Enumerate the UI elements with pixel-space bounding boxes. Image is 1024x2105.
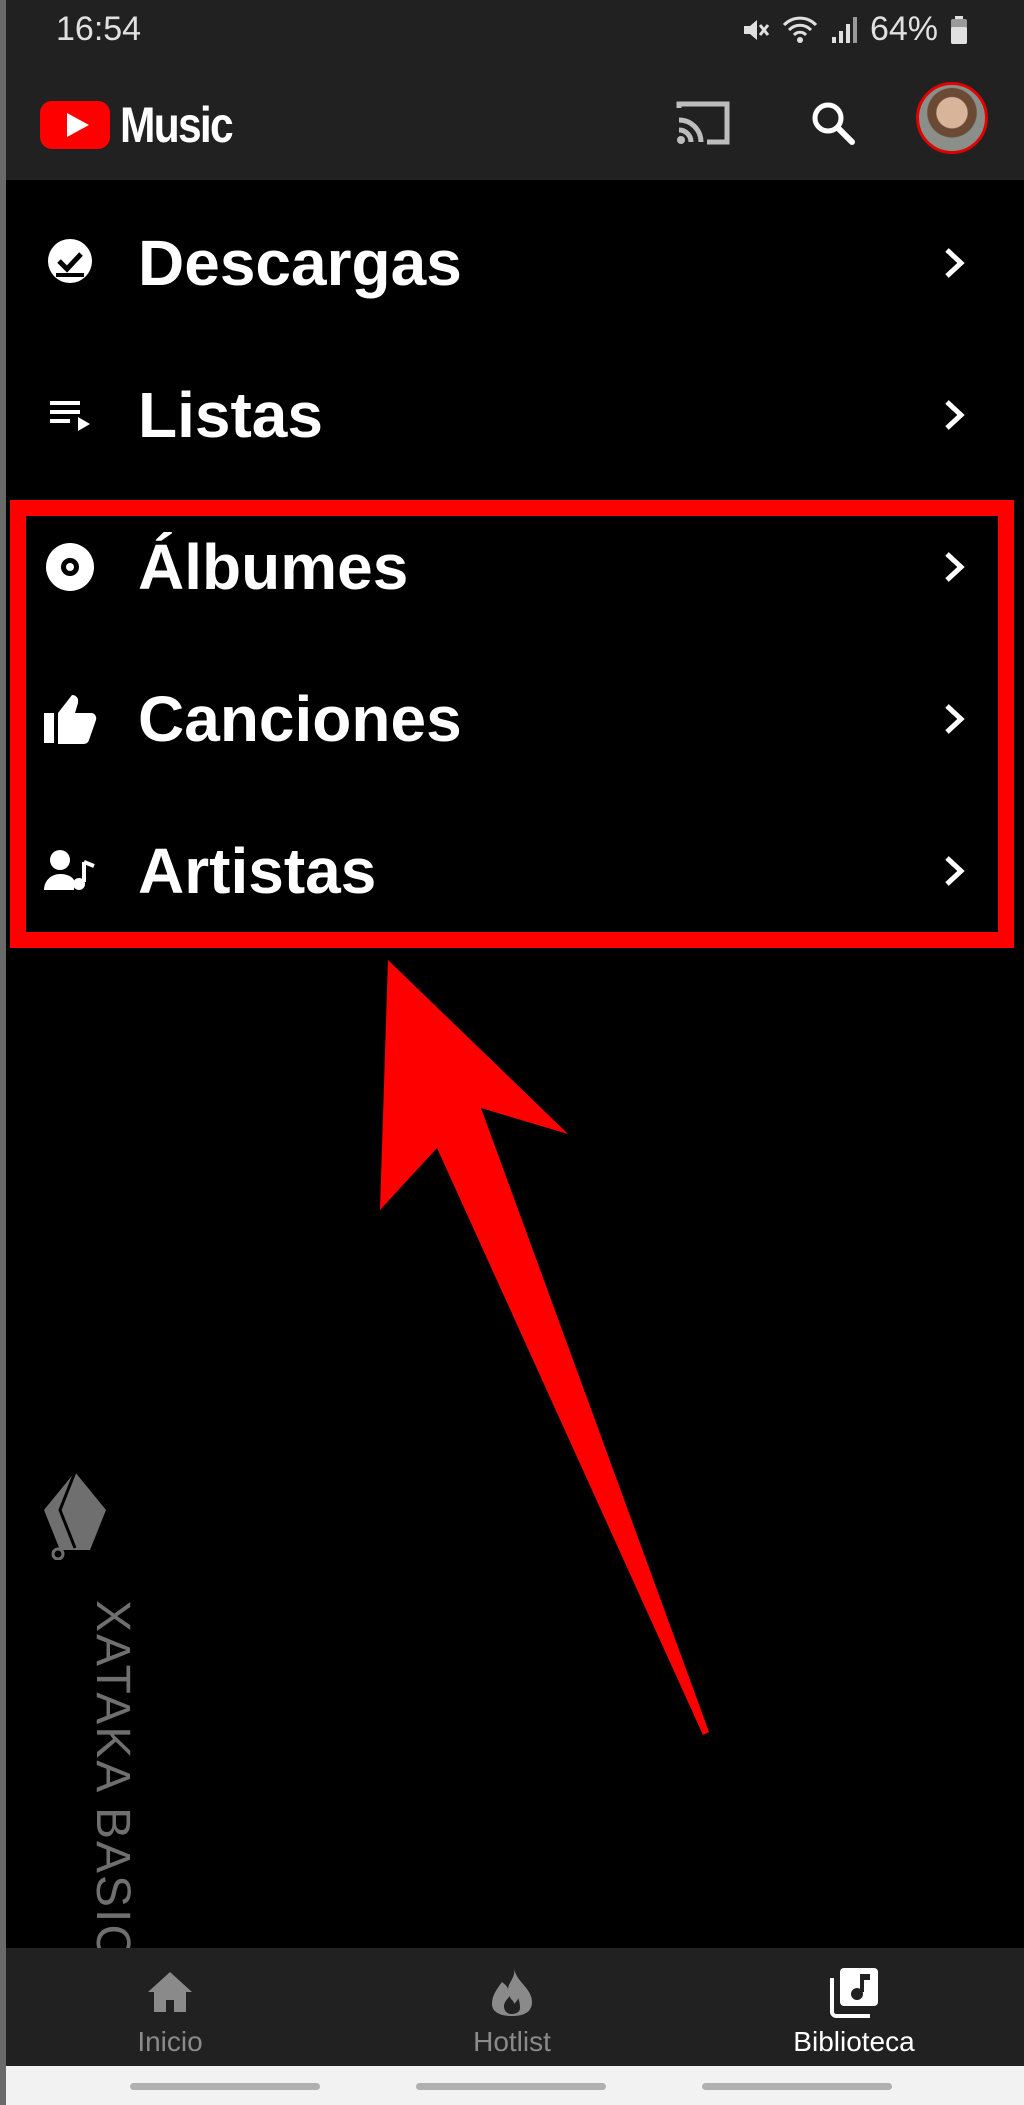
chevron-right-icon [938,398,972,432]
nav-label: Biblioteca [793,2026,915,2057]
watermark-text: XATAKA BASICS [86,1600,139,1996]
gesture-handle[interactable] [702,2083,892,2090]
playlist-icon [40,385,100,445]
library-music-icon [828,1966,880,2018]
library-item-label: Descargas [138,227,462,299]
nav-label: Hotlist [473,2026,551,2057]
gesture-handle[interactable] [416,2083,606,2090]
status-bar: 16:54 64% [0,0,1024,62]
library-item-albumes[interactable]: Álbumes [0,492,1024,642]
chevron-right-icon [938,550,972,584]
screen-edge [0,0,6,2105]
wifi-icon [782,15,818,45]
gesture-bar [0,2066,1024,2105]
thumb-up-icon [40,689,100,749]
nav-item-biblioteca[interactable]: Biblioteca [754,1948,954,2066]
app-header: Music [0,62,1024,180]
gesture-handle[interactable] [130,2083,320,2090]
library-item-canciones[interactable]: Canciones [0,644,1024,794]
bottom-nav: Inicio Hotlist Biblioteca [0,1948,1024,2066]
library-item-label: Álbumes [138,531,409,603]
battery-icon [950,15,968,45]
battery-text: 64% [869,10,938,48]
fire-icon [490,1966,534,2018]
search-icon [812,102,855,145]
library-item-label: Artistas [138,835,377,907]
youtube-music-logo[interactable]: Music [40,96,252,154]
mute-icon [740,15,770,45]
library-item-listas[interactable]: Listas [0,340,1024,490]
library-item-label: Canciones [138,683,462,755]
app-name: Music [120,97,234,153]
avatar[interactable] [916,82,988,154]
library-item-artistas[interactable]: Artistas [0,796,1024,946]
download-done-icon [40,233,100,293]
status-time: 16:54 [56,10,142,48]
chevron-right-icon [938,854,972,888]
signal-icon [830,15,858,45]
play-logo-icon [40,101,110,149]
status-icons: 64% [740,10,968,49]
home-icon [146,1966,194,2018]
library-item-label: Listas [138,379,323,451]
album-icon [40,537,100,597]
nav-item-inicio[interactable]: Inicio [70,1948,270,2066]
artist-icon [40,841,100,901]
nav-label: Inicio [137,2026,203,2057]
nav-item-hotlist[interactable]: Hotlist [412,1948,612,2066]
cast-icon [676,101,730,145]
cast-button[interactable] [670,90,736,156]
search-button[interactable] [800,90,866,156]
chevron-right-icon [938,702,972,736]
library-item-descargas[interactable]: Descargas [0,188,1024,338]
chevron-right-icon [938,246,972,280]
